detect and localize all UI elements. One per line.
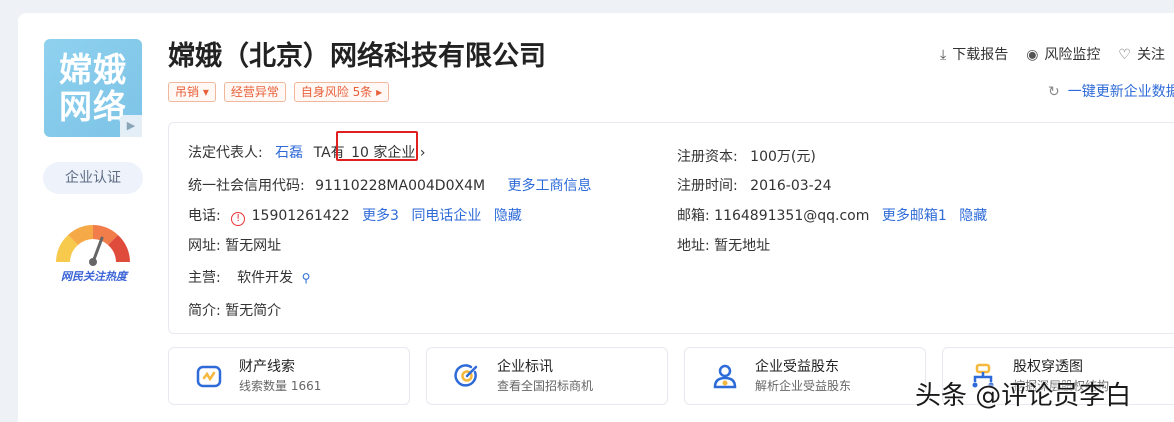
heart-icon: ♡	[1118, 47, 1131, 63]
more-business-info-link[interactable]: 更多工商信息	[508, 178, 592, 194]
more-email-link[interactable]: 更多邮箱1	[882, 208, 947, 224]
follow-button[interactable]: ♡ 关注	[1118, 44, 1165, 64]
card-property-clues[interactable]: 财产线索 线索数量 1661	[168, 347, 410, 405]
email-row: 邮箱: 1164891351@qq.com 更多邮箱1 隐藏	[677, 205, 987, 225]
phone-label: 电话:	[188, 208, 221, 224]
capital-label: 注册资本:	[677, 149, 738, 165]
intro-row: 简介: 暂无简介	[188, 300, 281, 320]
same-phone-companies-link[interactable]: 同电话企业	[411, 208, 481, 224]
update-label: 一键更新企业数据	[1067, 84, 1174, 100]
card-title: 股权穿透图	[1013, 359, 1083, 375]
capital-value: 100万(元)	[750, 149, 816, 165]
property-clue-icon	[196, 365, 222, 388]
card-title: 财产线索	[239, 359, 295, 375]
header-actions: ⤓ 下载报告 ◉ 风险监控 ♡ 关注	[940, 44, 1165, 64]
alert-icon[interactable]: !	[231, 212, 246, 226]
follow-label: 关注	[1136, 47, 1165, 63]
download-report-button[interactable]: ⤓ 下载报告	[940, 44, 1008, 64]
target-icon	[454, 364, 478, 387]
phone-row: 电话: ! 15901261422 更多3 同电话企业 隐藏	[188, 205, 522, 226]
reg-date-value: 2016-03-24	[750, 178, 832, 194]
person-icon	[713, 364, 737, 389]
card-beneficial-owners[interactable]: 企业受益股东 解析企业受益股东	[684, 347, 926, 405]
card-subtitle: 线索数量 1661	[239, 379, 322, 393]
capital-row: 注册资本: 100万(元)	[677, 146, 816, 166]
card-bidding-info[interactable]: 企业标讯 查看全国招标商机	[426, 347, 668, 405]
website-label: 网址:	[188, 238, 221, 254]
intro-value: 暂无简介	[225, 303, 282, 319]
card-title: 企业受益股东	[755, 359, 839, 375]
credit-code-row: 统一社会信用代码: 91110228MA004D0X4M 更多工商信息	[188, 175, 592, 195]
business-row: 主营: 软件开发 ⚲	[188, 267, 310, 287]
card-subtitle: 查看全国招标商机	[497, 379, 594, 393]
watermark: 头条 @评论员李白	[915, 381, 1132, 411]
phone-value: 15901261422	[251, 208, 350, 224]
certification-button[interactable]: 企业认证	[43, 162, 143, 194]
email-value: 1164891351@qq.com	[714, 208, 870, 224]
company-logo[interactable]: 嫦娥 网络 ▶	[44, 39, 142, 137]
business-value: 软件开发	[237, 270, 294, 286]
address-row: 地址: 暂无地址	[677, 235, 770, 255]
more-phone-link[interactable]: 更多3	[362, 208, 399, 224]
update-data-button[interactable]: ↻ 一键更新企业数据	[1048, 81, 1174, 101]
card-subtitle: 解析企业受益股东	[755, 379, 852, 393]
logo-text-line1: 嫦娥	[59, 50, 127, 89]
eye-icon: ◉	[1026, 47, 1039, 63]
intro-label: 简介:	[188, 303, 221, 319]
legal-rep-label: 法定代表人:	[188, 145, 263, 161]
status-tags: 吊销 ▾ 经营异常 自身风险 5条 ▸	[168, 82, 390, 102]
website-row: 网址: 暂无网址	[188, 235, 281, 255]
refresh-icon: ↻	[1048, 84, 1060, 100]
tag-abnormal[interactable]: 经营异常	[223, 82, 286, 102]
search-icon[interactable]: ⚲	[302, 271, 311, 285]
hide-phone-link[interactable]: 隐藏	[494, 208, 522, 224]
tag-self-risk[interactable]: 自身风险 5条 ▸	[293, 82, 390, 102]
download-label: 下载报告	[952, 47, 1009, 63]
address-value: 暂无地址	[714, 238, 771, 254]
card-title: 企业标讯	[497, 359, 553, 375]
credit-code-label: 统一社会信用代码:	[188, 178, 305, 194]
risk-monitor-button[interactable]: ◉ 风险监控	[1026, 44, 1100, 64]
email-label: 邮箱:	[677, 208, 710, 224]
heat-gauge-icon	[56, 225, 130, 266]
credit-code-value: 91110228MA004D0X4M	[315, 178, 486, 194]
monitor-label: 风险监控	[1044, 47, 1101, 63]
reg-date-label: 注册时间:	[677, 178, 738, 194]
company-name: 嫦娥（北京）网络科技有限公司	[168, 41, 546, 72]
website-value: 暂无网址	[225, 238, 282, 254]
tag-revoked[interactable]: 吊销 ▾	[168, 82, 216, 102]
hide-email-link[interactable]: 隐藏	[959, 208, 987, 224]
business-label: 主营:	[188, 270, 221, 286]
reg-date-row: 注册时间: 2016-03-24	[677, 175, 832, 195]
heat-caption: 网民关注热度	[61, 270, 127, 283]
legal-rep-name-link[interactable]: 石磊	[275, 145, 303, 161]
download-icon: ⤓	[940, 47, 947, 63]
play-icon[interactable]: ▶	[120, 115, 142, 137]
highlight-box	[336, 131, 418, 161]
address-label: 地址:	[677, 238, 710, 254]
